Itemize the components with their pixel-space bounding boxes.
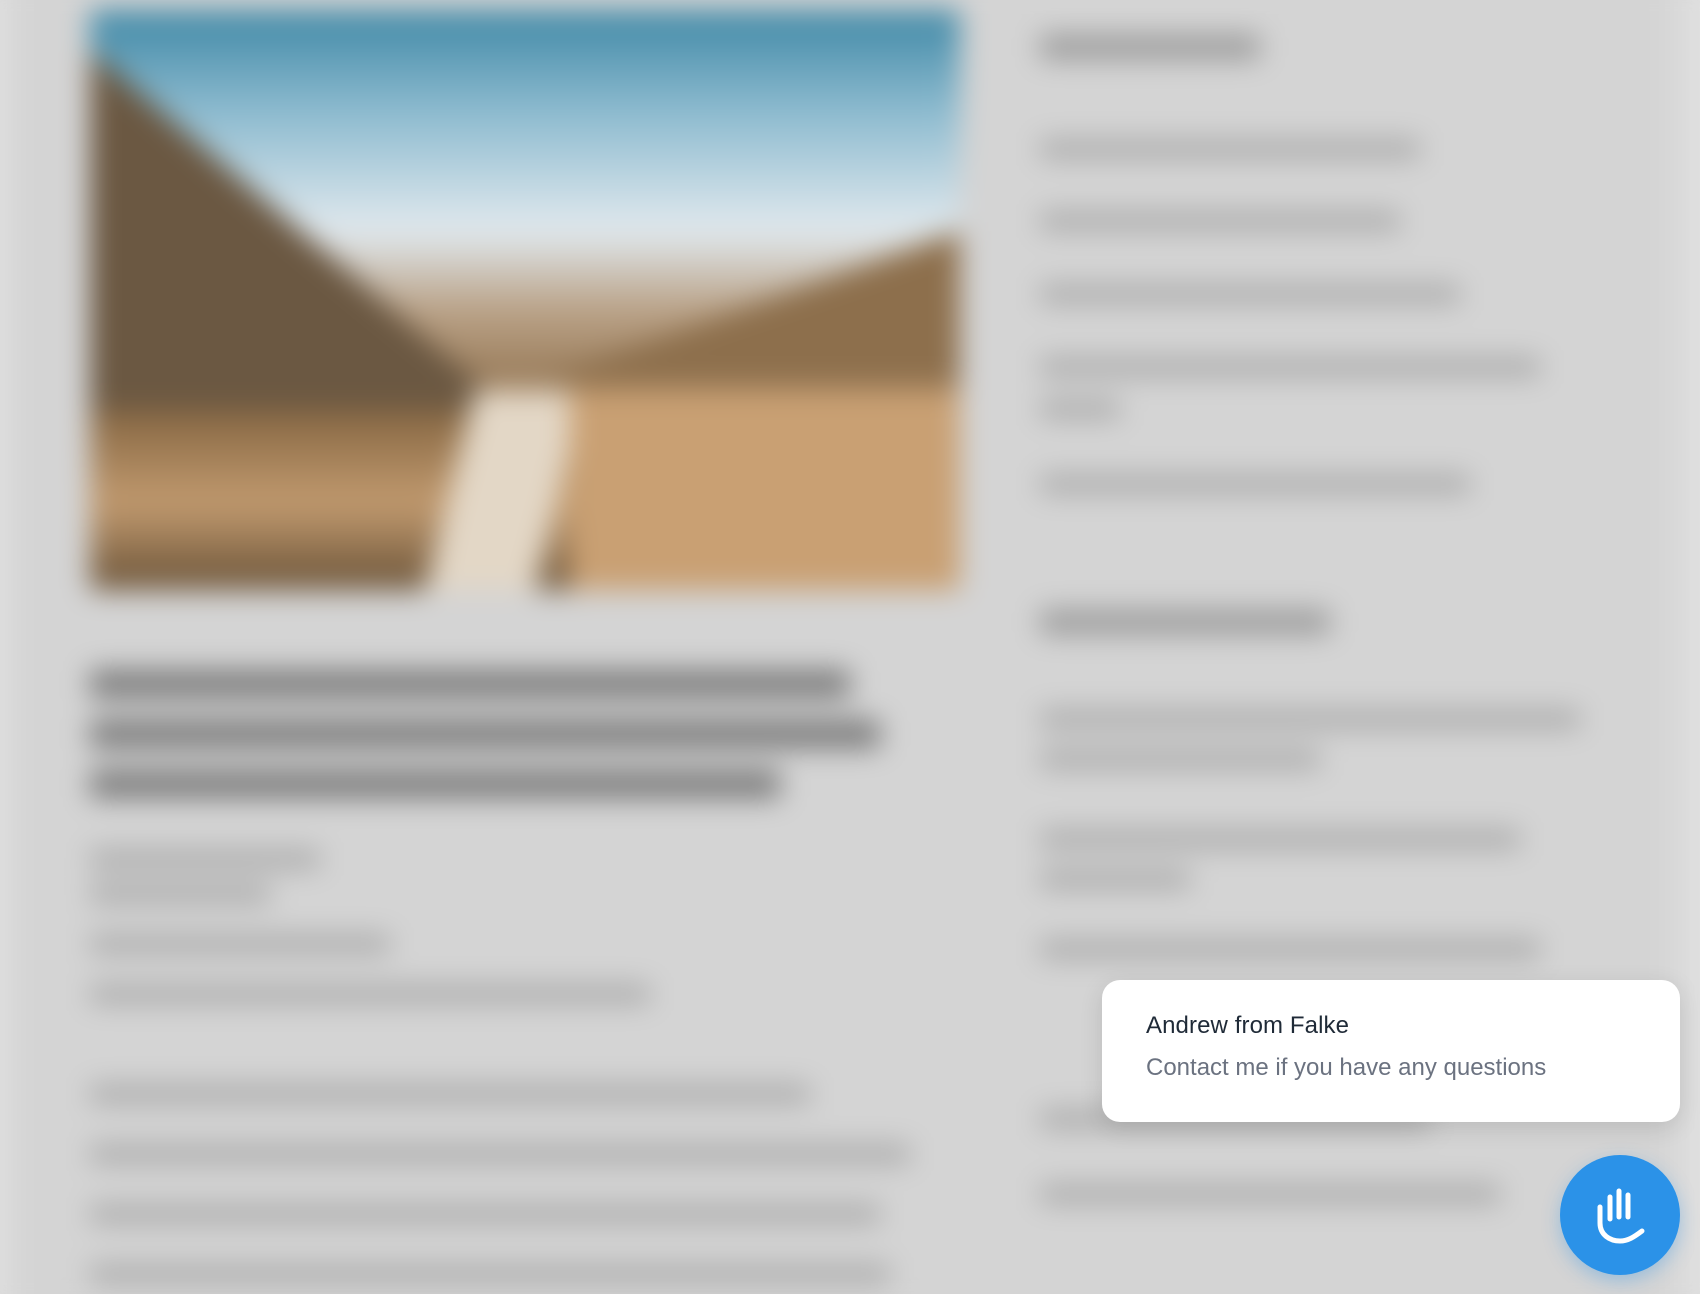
chat-launcher-button[interactable]	[1560, 1155, 1680, 1275]
sidebar-heading-blur	[1040, 35, 1260, 59]
hand-wave-icon	[1597, 1188, 1645, 1244]
chat-popup-card[interactable]: Andrew from Falke Contact me if you have…	[1102, 980, 1680, 1122]
hero-image	[90, 10, 960, 590]
article-body-blur	[90, 1085, 810, 1103]
chat-message: Contact me if you have any questions	[1146, 1054, 1547, 1081]
article-title-blur	[90, 670, 850, 698]
page: Andrew from Falke Contact me if you have…	[0, 0, 1700, 1294]
sidebar-list-blur	[1040, 140, 1420, 158]
chat-agent-name: Andrew from Falke	[1146, 1012, 1350, 1039]
article-meta-blur	[90, 850, 320, 868]
